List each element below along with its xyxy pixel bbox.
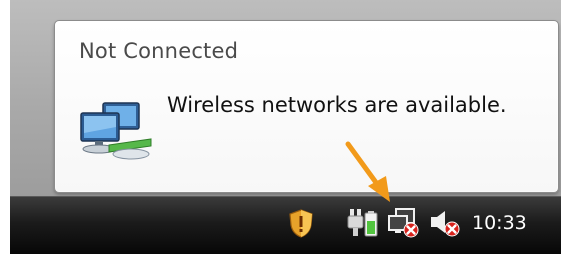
screenshot-frame: Not Connected Wireless networks are avai… xyxy=(0,0,561,261)
volume-muted-icon[interactable] xyxy=(428,207,462,239)
notification-balloon[interactable]: Not Connected Wireless networks are avai… xyxy=(54,20,559,193)
network-disconnected-icon[interactable] xyxy=(386,207,422,239)
taskbar: 10:33 xyxy=(10,196,561,254)
annotation-arrow-icon xyxy=(345,141,390,202)
taskbar-clock[interactable]: 10:33 xyxy=(472,212,527,234)
security-shield-icon[interactable] xyxy=(286,207,316,239)
balloon-message: Wireless networks are available. xyxy=(167,93,507,117)
power-plug-icon[interactable] xyxy=(346,207,380,239)
balloon-title: Not Connected xyxy=(79,39,239,63)
wireless-network-icon xyxy=(80,102,152,160)
